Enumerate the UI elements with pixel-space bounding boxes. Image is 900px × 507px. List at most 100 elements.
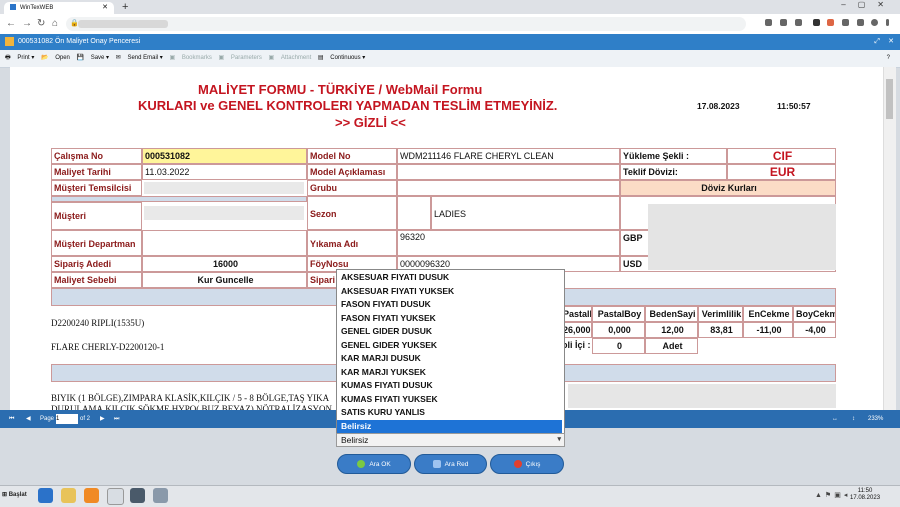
maliyet-sebebi-dropdown-list[interactable]: AKSESUAR FIYATI DUSUK AKSESUAR FIYATI YU… [336, 269, 565, 435]
app-titlebar: 000531082 Ön Maliyet Onay Penceresi ⤢ ✕ [0, 34, 900, 50]
vertical-scrollbar[interactable] [883, 67, 896, 410]
label-teklif-dovizi: Teklif Dövizi: [620, 164, 727, 180]
app-logo-icon [5, 36, 14, 46]
last-page-icon[interactable]: ⏭ [114, 410, 119, 428]
save-button[interactable]: 💾 Save ▾ [77, 55, 110, 61]
first-page-icon[interactable]: ⏮ [9, 410, 14, 428]
reload-icon[interactable]: ↻ [37, 18, 45, 29]
dropdown-option[interactable]: AKSESUAR FIYATI DUSUK [341, 272, 449, 282]
location-icon[interactable] [813, 19, 820, 26]
help-icon[interactable]: ? [887, 50, 890, 67]
dropdown-option[interactable]: KUMAS FIYATI DUSUK [341, 380, 433, 390]
value-maliyet-tarihi: 11.03.2022 [142, 164, 307, 180]
key-icon[interactable] [765, 19, 772, 26]
report-date: 17.08.2023 [697, 101, 740, 111]
favicon-icon [10, 4, 16, 11]
maliyet-sebebi-select[interactable]: Belirsiz ▾ [336, 433, 565, 447]
parameters-button[interactable]: ▣ Parameters [219, 55, 262, 61]
grid-value-bedensayi: 12,00 [645, 322, 698, 338]
start-button[interactable]: ⊞ Başlat [2, 488, 32, 502]
dropdown-option[interactable]: KAR MARJI YUKSEK [341, 367, 426, 377]
report-warning: KURLARI ve GENEL KONTROLERI YAPMADAN TES… [138, 98, 558, 113]
label-siparis-adedi: Sipariş Adedi [51, 256, 142, 272]
back-icon[interactable]: ← [6, 18, 16, 29]
profile-icon[interactable] [871, 19, 878, 26]
dropdown-option[interactable]: FASON FIYATI DUSUK [341, 299, 431, 309]
remote-desktop-icon[interactable] [130, 488, 145, 503]
browser-toolbar: ← → ↻ ⌂ 🔒 [0, 14, 900, 35]
report-toolbar: 🖶 Print ▾ 📂 Open 💾 Save ▾ ✉ Send Email ▾… [0, 50, 900, 68]
send-email-button[interactable]: ✉ Send Email ▾ [116, 55, 163, 61]
value-departman [142, 230, 307, 256]
open-button[interactable]: 📂 Open [41, 55, 70, 61]
value-calisma-no: 000531082 [142, 148, 307, 164]
dropdown-option[interactable]: KAR MARJI DUSUK [341, 353, 421, 363]
fit-height-icon[interactable]: ↕ [852, 410, 855, 428]
grid-header-verimlilik: Verimlilik [698, 306, 743, 322]
network-icon[interactable] [153, 488, 168, 503]
dropdown-option[interactable]: AKSESUAR FIYATI YUKSEK [341, 286, 454, 296]
window-controls[interactable]: –▢✕ [841, 0, 896, 9]
label-musteri-temsilcisi: Müşteri Temsilcisi [51, 180, 142, 196]
zoom-level[interactable]: 233% [868, 410, 883, 428]
sidebar-icon[interactable] [857, 19, 864, 26]
close-tab-icon[interactable]: ✕ [102, 2, 108, 14]
exit-button[interactable]: Çıkış [490, 454, 564, 474]
puzzle-icon[interactable] [842, 19, 849, 26]
home-icon[interactable]: ⌂ [52, 18, 58, 29]
ara-red-button[interactable]: Ara Red [414, 454, 487, 474]
dropdown-option[interactable]: GENEL GIDER DUSUK [341, 326, 432, 336]
next-page-icon[interactable]: ▶ [100, 410, 105, 428]
wash-process-text: BIYIK (1 BÖLGE),ZIMPARA KLASİK,KILÇIK / … [51, 393, 330, 403]
ie-icon[interactable] [38, 488, 53, 503]
bookmarks-button[interactable]: ▣ Bookmarks [169, 55, 211, 61]
ara-ok-button[interactable]: Ara OK [337, 454, 411, 474]
label-yikama-adi: Yıkama Adı [307, 230, 397, 256]
label-maliyet-tarihi: Maliyet Tarihi [51, 164, 142, 180]
dropdown-option[interactable]: SATIS KURU YANLIS [341, 407, 425, 417]
extension-icon[interactable] [827, 19, 834, 26]
tray-icons[interactable]: ▲⚑▣◂ [815, 491, 850, 499]
chrome-icon[interactable] [107, 488, 124, 505]
value-teklif-dovizi: EUR [727, 164, 836, 180]
label-adet: Adet [645, 338, 698, 354]
close-icon [513, 460, 522, 469]
label-yukleme-sekli: Yükleme Şekli : [620, 148, 727, 164]
media-player-icon[interactable] [84, 488, 99, 503]
value-yukleme-sekli: CIF [727, 148, 836, 164]
share-icon[interactable] [780, 19, 787, 26]
window-title: 000531082 Ön Maliyet Onay Penceresi [18, 38, 141, 45]
redacted-temsilci [144, 182, 304, 194]
fabric-text: D2200240 RIPLI(1535U) [51, 318, 145, 328]
value-siparis-adedi: 16000 [142, 256, 307, 272]
page-input[interactable]: 1 [56, 414, 78, 424]
address-bar[interactable]: 🔒 [66, 17, 746, 31]
star-icon[interactable] [795, 19, 802, 26]
folder-icon[interactable] [61, 488, 76, 503]
label-musteri: Müşteri [51, 202, 142, 230]
dropdown-option[interactable]: FASON FIYATI YUKSEK [341, 313, 436, 323]
taskbar-clock[interactable]: 11:50 17.08.2023 [850, 488, 880, 502]
label-sezon: Sezon [307, 196, 397, 230]
attachment-button[interactable]: ▣ Attachment [269, 55, 312, 61]
new-tab-button[interactable]: + [122, 1, 128, 13]
prev-page-icon[interactable]: ◀ [26, 410, 31, 428]
dropdown-option[interactable]: GENEL GIDER YUKSEK [341, 340, 437, 350]
value-yikama-adi: 96320 [397, 230, 620, 256]
redacted-notes [568, 384, 836, 408]
continuous-button[interactable]: ▤ Continuous ▾ [318, 55, 365, 61]
value-model-no: WDM211146 FLARE CHERYL CLEAN [397, 148, 620, 164]
value-maliyet-sebebi: Kur Guncelle [142, 272, 307, 288]
menu-icon[interactable] [886, 19, 889, 26]
fit-width-icon[interactable]: ↔ [832, 410, 838, 428]
forward-icon[interactable]: → [22, 18, 32, 29]
grid-header-boycekme: BoyCekme [793, 306, 836, 322]
browser-tab[interactable]: WinTexWEB ✕ [4, 2, 114, 14]
dropdown-option[interactable]: KUMAS FIYATI YUKSEK [341, 394, 438, 404]
expand-icon[interactable]: ⤢ [874, 34, 880, 50]
print-button[interactable]: 🖶 Print ▾ [5, 55, 34, 61]
label-musteri-departman: Müşteri Departman [51, 230, 142, 256]
close-icon[interactable]: ✕ [888, 34, 894, 50]
dropdown-option-highlighted[interactable]: Belirsiz [337, 420, 562, 433]
scrollbar-thumb[interactable] [886, 79, 893, 119]
